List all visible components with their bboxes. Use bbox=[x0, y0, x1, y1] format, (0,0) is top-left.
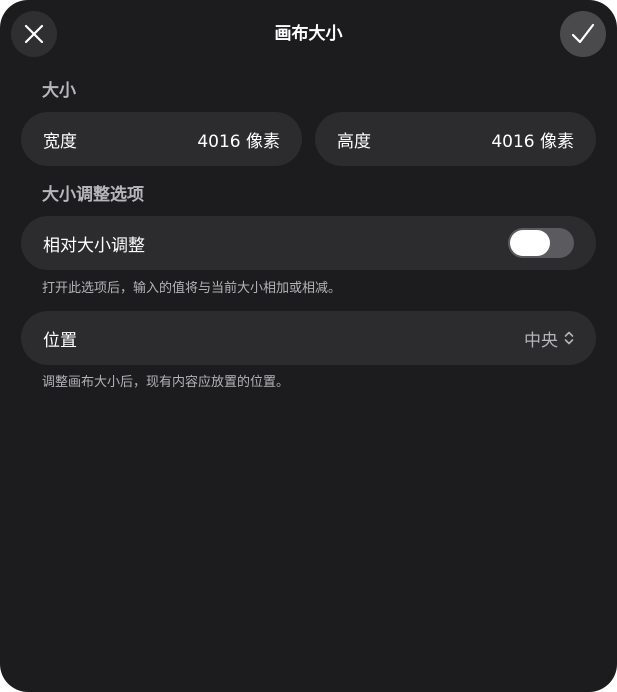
chevron-up-down-icon bbox=[564, 331, 574, 345]
width-field[interactable]: 宽度 4016 像素 bbox=[21, 112, 302, 166]
relative-resize-toggle[interactable] bbox=[508, 228, 574, 258]
relative-resize-hint: 打开此选项后，输入的值将与当前大小相加或相减。 bbox=[42, 281, 342, 296]
position-hint: 调整画布大小后，现有内容应放置的位置。 bbox=[42, 375, 290, 390]
options-section-label: 大小调整选项 bbox=[42, 185, 144, 205]
height-label: 高度 bbox=[337, 131, 371, 152]
toggle-knob bbox=[510, 230, 550, 256]
position-value: 中央 bbox=[524, 330, 558, 351]
height-value: 4016 像素 bbox=[491, 131, 574, 152]
position-label: 位置 bbox=[43, 330, 77, 351]
height-field[interactable]: 高度 4016 像素 bbox=[315, 112, 596, 166]
checkmark-icon bbox=[571, 23, 595, 44]
position-row[interactable]: 位置 中央 bbox=[21, 311, 596, 365]
relative-resize-label: 相对大小调整 bbox=[43, 235, 145, 256]
canvas-size-sheet: 画布大小 大小 宽度 4016 像素 高度 4016 像素 大小调整选项 相对大… bbox=[0, 0, 617, 692]
width-value: 4016 像素 bbox=[197, 131, 280, 152]
confirm-button[interactable] bbox=[560, 11, 606, 57]
size-section-label: 大小 bbox=[42, 81, 76, 101]
relative-resize-row: 相对大小调整 bbox=[21, 216, 596, 270]
page-title: 画布大小 bbox=[274, 24, 343, 44]
position-select[interactable]: 中央 bbox=[524, 326, 574, 351]
width-label: 宽度 bbox=[43, 131, 77, 152]
